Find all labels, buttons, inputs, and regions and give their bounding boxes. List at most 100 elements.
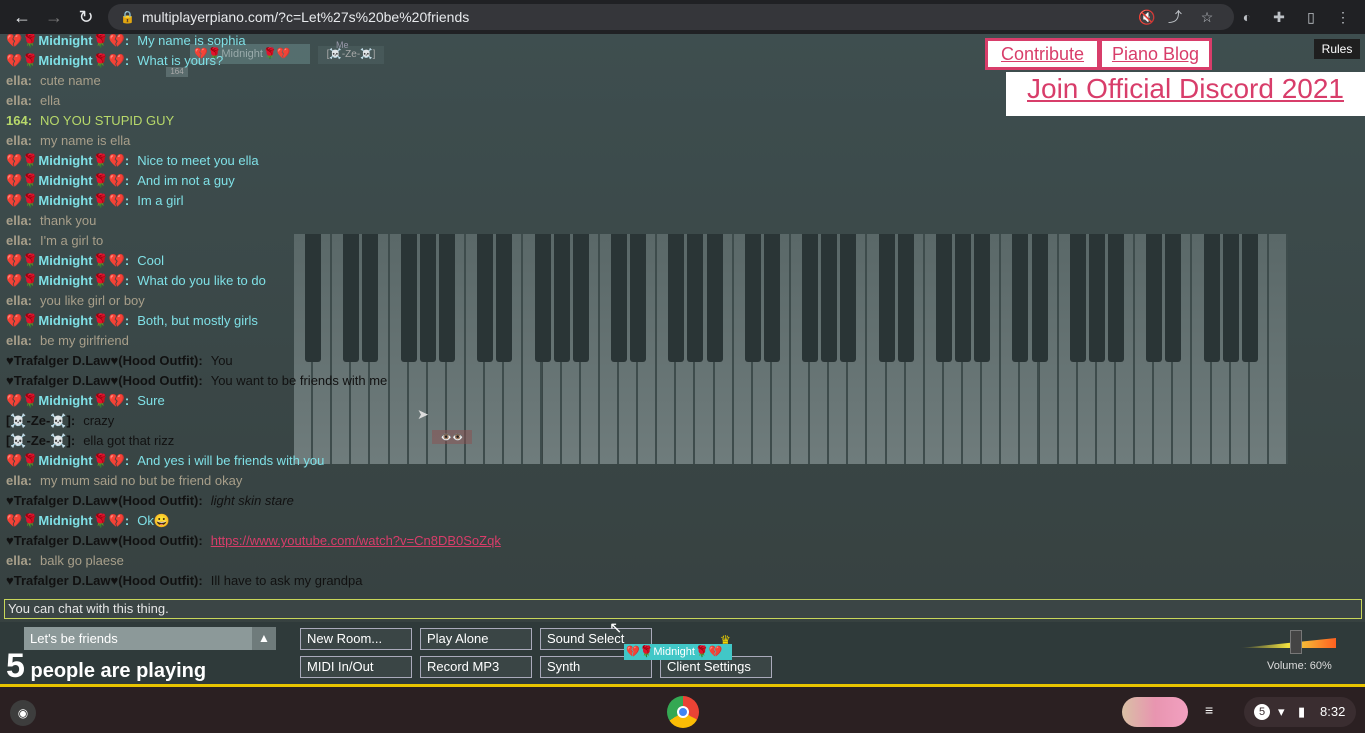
chat-nick: ella: [6, 233, 33, 248]
black-key[interactable] [974, 234, 991, 362]
menu-icon[interactable]: ⋮ [1334, 8, 1352, 26]
status-tray[interactable]: 5 ▾ ▮ 8:32 [1244, 697, 1356, 727]
chat-message: ella: cute name [6, 71, 906, 91]
chat-message: 💔🌹Midnight🌹💔: Ok😀 [6, 511, 906, 531]
black-key[interactable] [1203, 234, 1220, 362]
mouse-pointer-icon: ↖ [609, 620, 623, 637]
chat-nick: ella: [6, 553, 33, 568]
chat-text: cute name [40, 73, 101, 88]
chat-text: Ok😀 [137, 513, 171, 528]
player-count-label: people are playing [30, 660, 207, 682]
player-name-tag[interactable]: 💔🌹Midnight🌹💔 [624, 644, 732, 660]
chat-message: 164: NO YOU STUPID GUY [6, 111, 906, 131]
chat-message: 💔🌹Midnight🌹💔: What do you like to do [6, 271, 906, 291]
chat-nick: ella: [6, 93, 33, 108]
chat-text: Nice to meet you ella [137, 153, 259, 168]
chat-text: thank you [40, 213, 97, 228]
chat-text: You want to be friends with me [210, 373, 388, 388]
chat-message: 💔🌹Midnight🌹💔: What is yours? [6, 51, 906, 71]
black-key[interactable] [1069, 234, 1086, 362]
chat-message: 💔🌹Midnight🌹💔: And im not a guy [6, 171, 906, 191]
chat-text: And im not a guy [137, 173, 235, 188]
chat-text: balk go plaese [40, 553, 124, 568]
chat-message: ella: my name is ella [6, 131, 906, 151]
volume-knob[interactable] [1290, 630, 1302, 654]
chat-nick: ♥Trafalger D.Law♥(Hood Outfit): [6, 533, 203, 548]
chat-input[interactable]: You can chat with this thing. [4, 599, 1362, 619]
volume-slider[interactable] [1240, 638, 1336, 648]
chat-text: Both, but mostly girls [137, 313, 258, 328]
muted-tab-icon[interactable]: 🔇 [1138, 8, 1156, 26]
bookmark-star-icon[interactable]: ☆ [1198, 8, 1216, 26]
reload-icon[interactable]: ↻ [76, 7, 96, 27]
clock: 8:32 [1320, 704, 1346, 719]
address-bar[interactable]: 🔒 multiplayerpiano.com/?c=Let%27s%20be%2… [108, 4, 1234, 30]
black-key[interactable] [955, 234, 972, 362]
chat-text: Sure [137, 393, 165, 408]
account-avatars[interactable] [1122, 697, 1188, 727]
chat-nick: 💔🌹Midnight🌹💔: [6, 453, 130, 468]
chat-nick: 💔🌹Midnight🌹💔: [6, 513, 130, 528]
chat-nick: 💔🌹Midnight🌹💔: [6, 173, 130, 188]
rules-button[interactable]: Rules [1314, 39, 1360, 59]
chat-message: ella: be my girlfriend [6, 331, 906, 351]
black-key[interactable] [1107, 234, 1124, 362]
page-content: 💔🌹Midnight🌹💔 [☠️-Ze-☠️] 164 Me 👁️👁️ ➤ 💔🌹… [0, 34, 1365, 684]
midi-button[interactable]: MIDI In/Out [300, 656, 412, 678]
black-key[interactable] [935, 234, 952, 362]
chat-text: you like girl or boy [40, 293, 145, 308]
record-mp3-button[interactable]: Record MP3 [420, 656, 532, 678]
chat-nick: 💔🌹Midnight🌹💔: [6, 153, 130, 168]
chat-text: You [210, 353, 233, 368]
discord-link[interactable]: Join Official Discord 2021 [1006, 72, 1365, 116]
chat-message: ♥Trafalger D.Law♥(Hood Outfit): Ill have … [6, 571, 906, 591]
chrome-app-icon[interactable] [667, 696, 699, 728]
black-key[interactable] [1088, 234, 1105, 362]
black-key[interactable] [1241, 234, 1258, 362]
chat-nick: ♥Trafalger D.Law♥(Hood Outfit): [6, 353, 203, 368]
media-queue-icon[interactable]: ≡ [1205, 702, 1213, 718]
chat-message: ella: balk go plaese [6, 551, 906, 571]
wifi-icon: ▾ [1278, 704, 1285, 719]
contribute-link[interactable]: Contribute [985, 38, 1100, 70]
chat-message: ♥Trafalger D.Law♥(Hood Outfit): light ski… [6, 491, 906, 511]
new-room-button[interactable]: New Room... [300, 628, 412, 650]
chat-text: What do you like to do [137, 273, 266, 288]
chat-text: What is yours? [137, 53, 224, 68]
chat-nick: ella: [6, 333, 33, 348]
chat-link[interactable]: https://www.youtube.com/watch?v=Cn8DB0So… [211, 533, 501, 548]
extension-icon[interactable]: ◐ [1238, 8, 1256, 26]
chat-nick: 💔🌹Midnight🌹💔: [6, 34, 130, 48]
black-key[interactable] [1146, 234, 1163, 362]
os-shelf: ◉ ≡ 5 ▾ ▮ 8:32 [0, 684, 1365, 733]
piano-blog-link[interactable]: Piano Blog [1099, 38, 1212, 70]
chat-message: ♥Trafalger D.Law♥(Hood Outfit): https://w… [6, 531, 906, 551]
chat-nick: ♥Trafalger D.Law♥(Hood Outfit): [6, 573, 203, 588]
chat-nick: ella: [6, 293, 33, 308]
chat-nick: 💔🌹Midnight🌹💔: [6, 393, 130, 408]
black-key[interactable] [1165, 234, 1182, 362]
chat-message: 💔🌹Midnight🌹💔: And yes i will be friends w… [6, 451, 906, 471]
url-text: multiplayerpiano.com/?c=Let%27s%20be%20f… [142, 9, 470, 25]
chat-message: ella: I'm a girl to [6, 231, 906, 251]
white-key[interactable] [1268, 234, 1288, 464]
back-icon[interactable]: ← [12, 7, 32, 27]
black-key[interactable] [1031, 234, 1048, 362]
chevron-up-icon[interactable]: ▲ [252, 627, 276, 650]
launcher-icon[interactable]: ◉ [10, 700, 36, 726]
extensions-puzzle-icon[interactable]: ✚ [1270, 8, 1288, 26]
black-key[interactable] [1222, 234, 1239, 362]
chat-text: light skin stare [210, 493, 294, 508]
chat-nick: [☠️-Ze-☠️]: [6, 433, 76, 448]
side-panel-icon[interactable]: ▯ [1302, 8, 1320, 26]
chat-nick: ella: [6, 213, 33, 228]
forward-icon[interactable]: → [44, 7, 64, 27]
chat-message: [☠️-Ze-☠️]: crazy [6, 411, 906, 431]
share-icon[interactable]: ⤴ [1166, 8, 1184, 26]
room-selector[interactable]: Let's be friends ▲ [24, 627, 276, 650]
chat-message: 💔🌹Midnight🌹💔: Sure [6, 391, 906, 411]
chat-nick: ella: [6, 133, 33, 148]
play-alone-button[interactable]: Play Alone [420, 628, 532, 650]
black-key[interactable] [1012, 234, 1029, 362]
chat-message: ♥Trafalger D.Law♥(Hood Outfit): You [6, 351, 906, 371]
